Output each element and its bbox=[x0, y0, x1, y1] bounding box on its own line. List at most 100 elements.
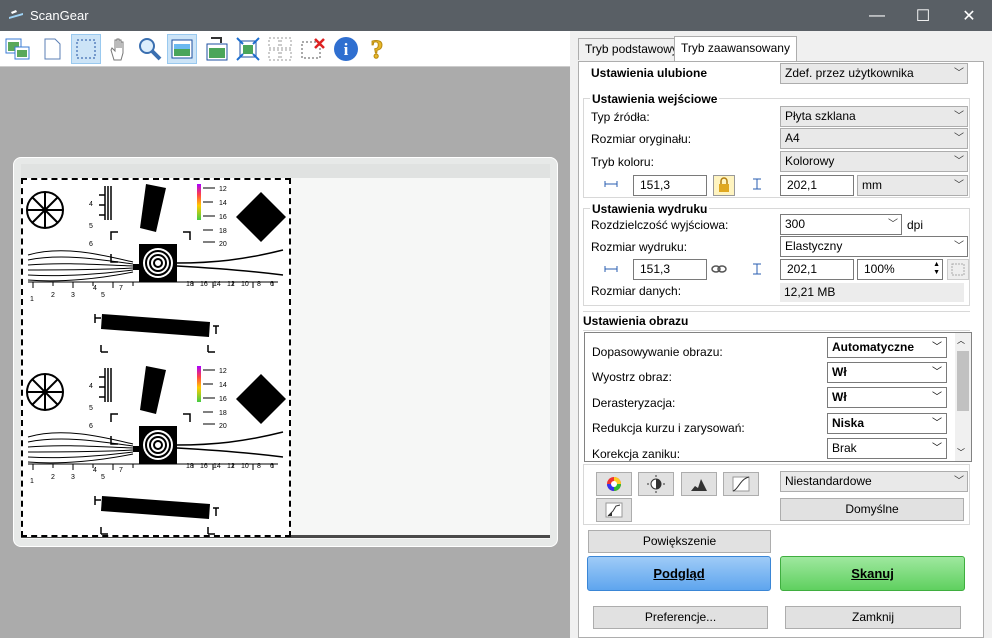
descreen-select[interactable]: Wł ﹀ bbox=[827, 387, 947, 408]
color-mode-select[interactable]: Kolorowy ﹀ bbox=[780, 151, 968, 172]
chevron-down-icon: ﹀ bbox=[888, 219, 898, 230]
zoom-icon bbox=[139, 38, 162, 61]
image-adjust-value: Automatyczne bbox=[832, 340, 915, 354]
crop-button[interactable] bbox=[71, 34, 101, 64]
help-button[interactable]: ? bbox=[362, 34, 392, 64]
output-size-select[interactable]: Elastyczny ﹀ bbox=[780, 236, 968, 257]
rotate-left-button[interactable] bbox=[201, 34, 231, 64]
dust-reduction-value: Niska bbox=[832, 416, 865, 430]
defaults-button[interactable]: Domyślne bbox=[780, 498, 964, 521]
scale-spinner[interactable]: 100% ▲ ▼ bbox=[857, 259, 943, 280]
input-height-field[interactable]: 202,1 bbox=[780, 175, 854, 196]
data-size-value: 12,21 MB bbox=[780, 283, 964, 302]
title-bar: ScanGear — ☐ ✕ bbox=[0, 0, 992, 31]
svg-text:5: 5 bbox=[89, 223, 93, 230]
spinner-arrows-icon: ▲ ▼ bbox=[933, 261, 940, 276]
fade-correction-select[interactable]: Brak ﹀ bbox=[827, 438, 947, 459]
dust-reduction-select[interactable]: Niska ﹀ bbox=[827, 413, 947, 434]
svg-text:1: 1 bbox=[30, 296, 34, 303]
svg-text:i: i bbox=[344, 40, 349, 59]
multi-crop-button[interactable] bbox=[265, 34, 295, 64]
brightness-button[interactable] bbox=[638, 472, 674, 496]
color-wheel-icon bbox=[607, 477, 621, 491]
chevron-down-icon: ﹀ bbox=[932, 342, 942, 353]
scan-button[interactable]: Skanuj bbox=[780, 556, 965, 591]
descreen-label: Derasteryzacja: bbox=[592, 396, 676, 410]
sharpen-select[interactable]: Wł ﹀ bbox=[827, 362, 947, 383]
zoom-button[interactable] bbox=[135, 34, 165, 64]
close-button[interactable]: Zamknij bbox=[785, 606, 961, 629]
info-button[interactable]: i bbox=[331, 34, 361, 64]
svg-text:5: 5 bbox=[101, 292, 105, 299]
svg-text:20: 20 bbox=[219, 241, 227, 248]
output-resolution-select[interactable]: 300 ﹀ bbox=[780, 214, 902, 235]
scale-reset-button[interactable] bbox=[947, 259, 969, 280]
close-window-button[interactable]: ✕ bbox=[946, 0, 992, 31]
unit-select[interactable]: mm ﹀ bbox=[857, 175, 968, 196]
dpi-label: dpi bbox=[907, 218, 924, 232]
output-resolution-value: 300 bbox=[785, 217, 806, 231]
favorites-value: Zdef. przez użytkownika bbox=[785, 66, 914, 80]
maximize-button[interactable]: ☐ bbox=[900, 0, 946, 31]
chevron-down-icon: ﹀ bbox=[954, 156, 964, 167]
info-icon: i bbox=[334, 37, 358, 61]
fade-correction-label: Korekcja zaniku: bbox=[592, 447, 681, 461]
original-size-label: Rozmiar oryginału: bbox=[591, 132, 692, 146]
remove-crop-icon bbox=[301, 38, 325, 59]
minimize-icon: — bbox=[869, 6, 885, 24]
svg-text:14: 14 bbox=[213, 281, 221, 288]
tone-curve-button[interactable] bbox=[723, 472, 759, 496]
lock-icon bbox=[719, 177, 729, 192]
input-width-field[interactable]: 151,3 bbox=[633, 175, 707, 196]
image-settings-scrollbar[interactable]: ︿ ﹀ bbox=[955, 333, 971, 461]
adjust-preset-select[interactable]: Niestandardowe ﹀ bbox=[780, 471, 968, 492]
whole-image-button[interactable] bbox=[37, 34, 67, 64]
hand-button[interactable] bbox=[103, 34, 133, 64]
image-settings-list: Dopasowywanie obrazu: Automatyczne ﹀ Wyos… bbox=[584, 332, 972, 462]
svg-text:12: 12 bbox=[219, 186, 227, 193]
histogram-button[interactable] bbox=[681, 472, 717, 496]
tab-basic-mode[interactable]: Tryb podstawowy bbox=[578, 38, 685, 60]
svg-text:18: 18 bbox=[219, 228, 227, 235]
svg-text:2: 2 bbox=[51, 292, 55, 299]
svg-text:18: 18 bbox=[186, 281, 194, 288]
chevron-down-icon: ﹀ bbox=[932, 392, 942, 403]
rotate-right-button[interactable] bbox=[233, 34, 263, 64]
remove-crop-button[interactable] bbox=[298, 34, 328, 64]
crop-frame[interactable]: 4 5 6 12 14 16 18 20 1 2 3 4 5 7 18 16 1… bbox=[21, 178, 291, 537]
window-title: ScanGear bbox=[30, 8, 89, 23]
width-icon bbox=[604, 266, 618, 272]
tab-advanced-mode[interactable]: Tryb zaawansowany bbox=[674, 36, 797, 62]
histogram-icon bbox=[691, 479, 707, 491]
svg-text:10: 10 bbox=[241, 281, 249, 288]
original-size-select[interactable]: A4 ﹀ bbox=[780, 128, 968, 149]
descreen-value: Wł bbox=[832, 390, 847, 404]
chevron-down-icon: ﹀ bbox=[954, 241, 964, 252]
preferences-button[interactable]: Preferencje... bbox=[593, 606, 768, 629]
auto-crop-button[interactable] bbox=[167, 34, 197, 64]
chevron-down-icon: ﹀ bbox=[954, 180, 964, 191]
saturation-button[interactable] bbox=[596, 472, 632, 496]
minimize-button[interactable]: — bbox=[854, 0, 900, 31]
svg-text:3: 3 bbox=[71, 292, 75, 299]
thumbnail-button[interactable] bbox=[3, 34, 33, 64]
aspect-lock-button[interactable] bbox=[713, 175, 735, 196]
zoom-button[interactable]: Powiększenie bbox=[588, 530, 771, 553]
source-type-select[interactable]: Płyta szklana ﹀ bbox=[780, 106, 968, 127]
output-resolution-label: Rozdzielczość wyjściowa: bbox=[591, 218, 729, 232]
maximize-icon: ☐ bbox=[915, 7, 931, 25]
scrollbar-thumb[interactable] bbox=[957, 351, 969, 411]
preview-button[interactable]: Podgląd bbox=[587, 556, 771, 591]
image-adjust-select[interactable]: Automatyczne ﹀ bbox=[827, 337, 947, 358]
svg-text:7: 7 bbox=[119, 285, 123, 292]
final-review-button[interactable] bbox=[596, 498, 632, 522]
favorites-select[interactable]: Zdef. przez użytkownika ﹀ bbox=[780, 63, 968, 84]
thumbnail-icon bbox=[5, 38, 30, 60]
fade-correction-value: Brak bbox=[832, 441, 857, 455]
divider bbox=[583, 311, 970, 312]
link-icon bbox=[711, 265, 727, 273]
output-width-field[interactable]: 151,3 bbox=[633, 259, 707, 280]
divider bbox=[583, 330, 970, 331]
output-height-field[interactable]: 202,1 bbox=[780, 259, 854, 280]
height-icon bbox=[753, 263, 761, 275]
